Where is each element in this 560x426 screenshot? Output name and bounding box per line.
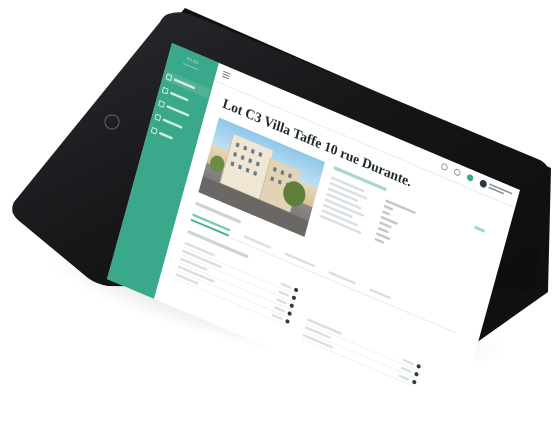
menu-icon[interactable] (221, 70, 231, 80)
nav-icon (165, 72, 173, 81)
tab-5[interactable] (368, 286, 392, 304)
nav-icon (150, 126, 158, 135)
phone-icon[interactable] (466, 173, 475, 183)
nav-icon (158, 99, 166, 108)
user-avatar (479, 178, 488, 189)
tab-4[interactable] (327, 268, 357, 289)
nav-icon (161, 86, 169, 95)
message-icon[interactable] (453, 167, 462, 177)
tab-3[interactable] (283, 250, 316, 272)
product-scene: ▭ ▭ ──── Lot C3 Villa Taffe 10 rue Duran… (0, 0, 560, 426)
nav-icon (154, 113, 162, 121)
bell-icon[interactable] (440, 162, 449, 172)
tab-2[interactable] (242, 233, 272, 254)
